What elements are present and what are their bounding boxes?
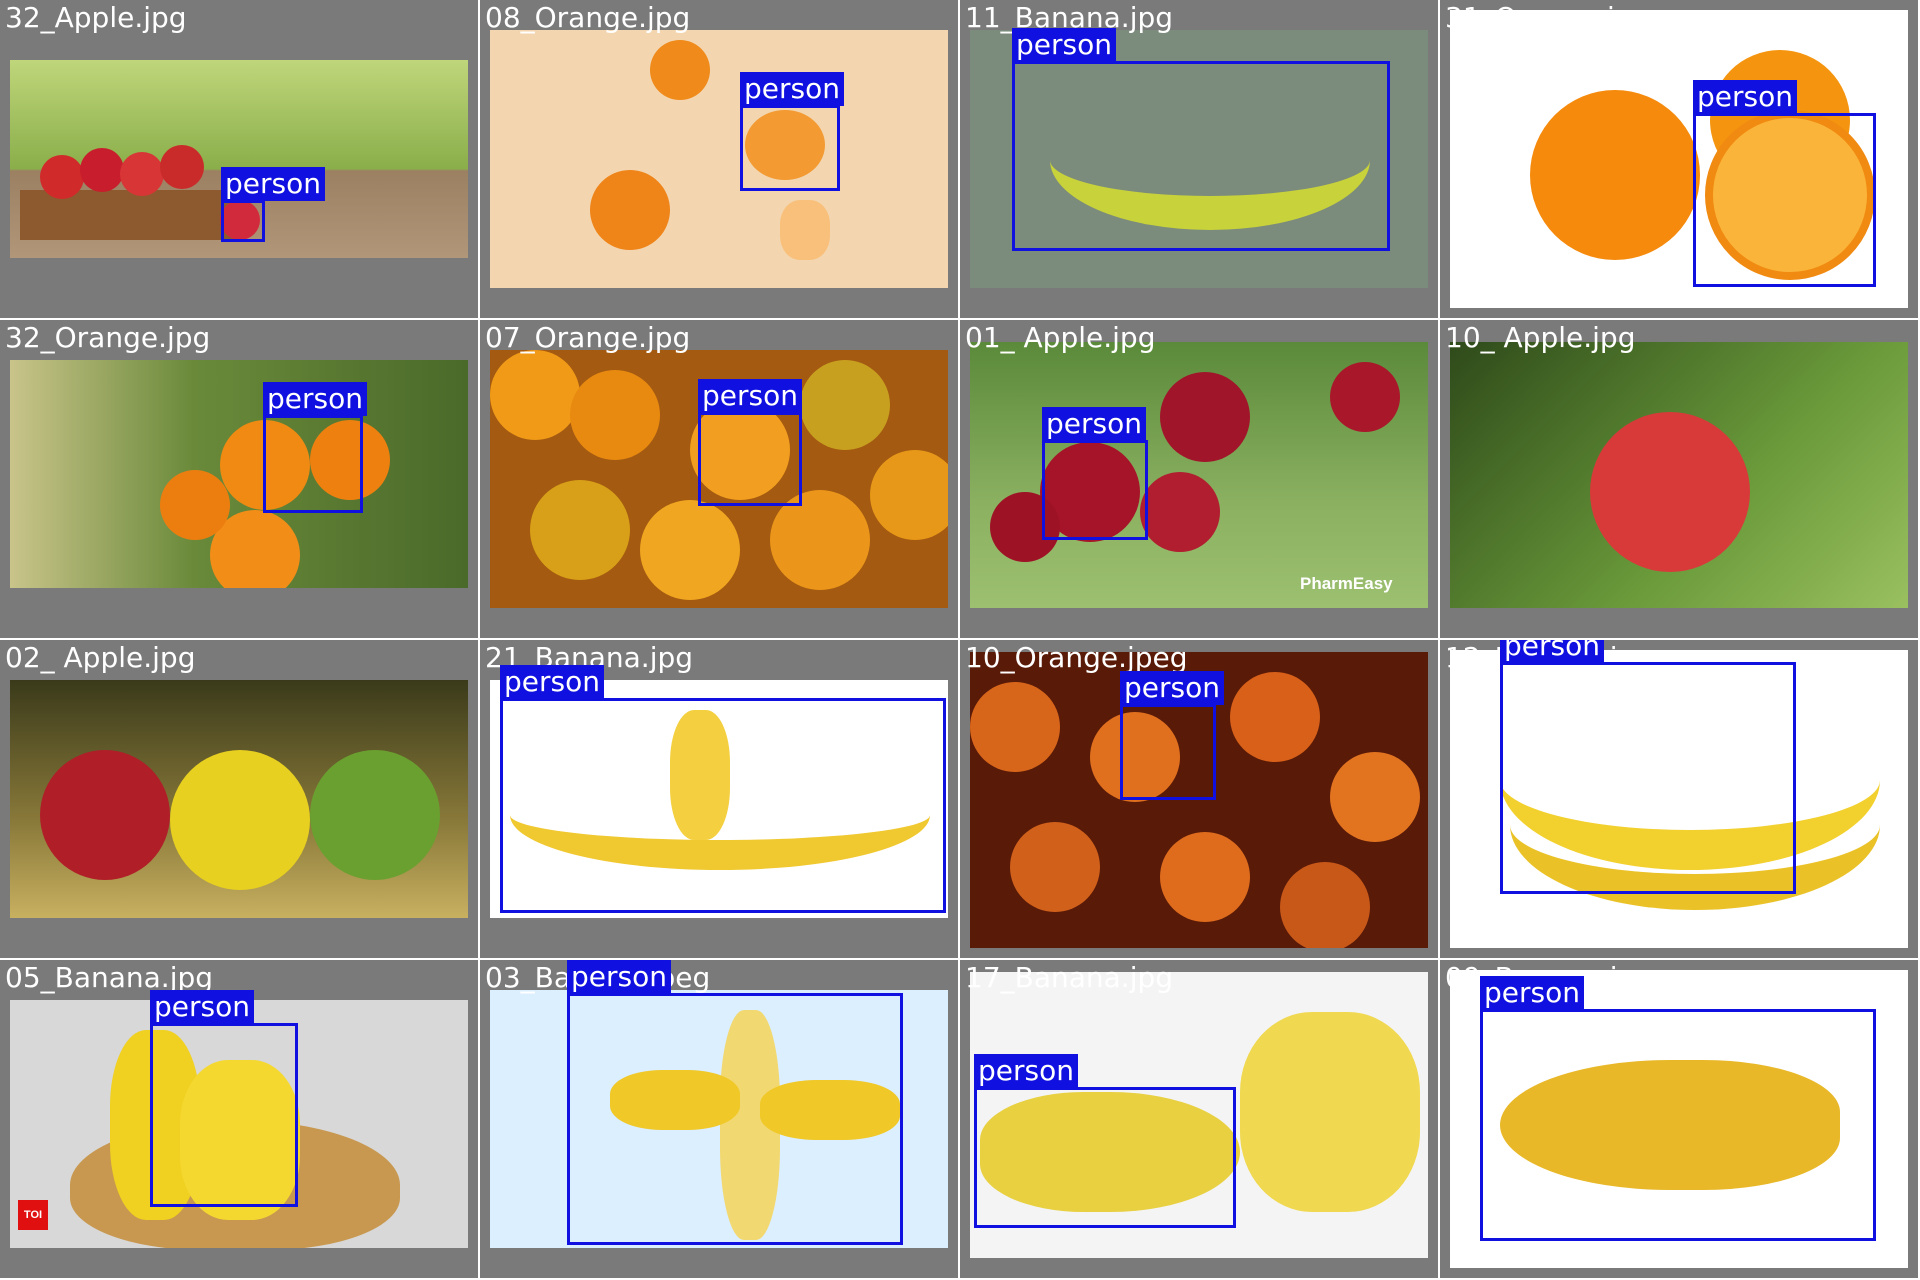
result-tile[interactable]: 12_Banana.jpg person	[1440, 640, 1920, 960]
result-tile[interactable]: 10_ Apple.jpg	[1440, 320, 1920, 640]
result-tile[interactable]: PharmEasy 01_ Apple.jpg person	[960, 320, 1440, 640]
detection-box[interactable]: person	[500, 665, 946, 913]
result-tile[interactable]: TOI 05_Banana.jpg person	[0, 960, 480, 1280]
detection-label: person	[740, 72, 844, 106]
orange	[1010, 822, 1100, 912]
peel	[780, 200, 830, 260]
apple	[80, 148, 124, 192]
apple	[1330, 362, 1400, 432]
banana	[1240, 1012, 1420, 1212]
detection-label: person	[698, 379, 802, 413]
watermark-toi: TOI	[18, 1200, 48, 1230]
image-filename: 32_Apple.jpg	[5, 1, 187, 34]
orange	[570, 370, 660, 460]
detection-label: person	[1042, 407, 1146, 441]
crate	[20, 190, 240, 240]
detection-label: person	[1693, 80, 1797, 114]
result-tile[interactable]: 02_ Apple.jpg	[0, 640, 480, 960]
detection-box[interactable]: person	[221, 167, 325, 242]
detection-label: person	[1500, 640, 1604, 663]
orange	[1160, 832, 1250, 922]
orange	[970, 682, 1060, 772]
orange	[1330, 752, 1420, 842]
detection-label: person	[150, 990, 254, 1024]
detection-label: person	[567, 960, 671, 994]
result-tile[interactable]: 10_Orange.jpeg person	[960, 640, 1440, 960]
photo-single-apple	[1450, 342, 1908, 608]
result-tile[interactable]: 31_Orange.jpg person	[1440, 0, 1920, 320]
apple	[170, 750, 310, 890]
apple	[1140, 472, 1220, 552]
photo-tangerines	[490, 30, 948, 288]
detection-label: person	[1480, 976, 1584, 1010]
detection-box[interactable]: person	[150, 990, 298, 1207]
orange	[870, 450, 948, 540]
result-tile[interactable]: 07_Orange.jpg person	[480, 320, 960, 640]
orange	[650, 40, 710, 100]
detection-label: person	[1120, 671, 1224, 705]
photo-three-apples	[10, 680, 468, 918]
orange	[1530, 90, 1700, 260]
detection-label: person	[500, 665, 604, 699]
image-filename: 32_Orange.jpg	[5, 321, 211, 354]
detection-box[interactable]: person	[567, 960, 903, 1245]
orange	[800, 360, 890, 450]
photo-apple-tree: PharmEasy	[970, 342, 1428, 608]
detection-box[interactable]: person	[1012, 28, 1390, 251]
detection-label: person	[263, 382, 367, 416]
detection-box[interactable]: person	[1480, 976, 1876, 1241]
result-tile[interactable]: 21_Banana.jpg person	[480, 640, 960, 960]
result-tile[interactable]: 17_Banana.jpg person	[960, 960, 1440, 1280]
image-filename: 10_Orange.jpeg	[965, 641, 1188, 674]
apple	[40, 750, 170, 880]
detection-box[interactable]: person	[740, 72, 844, 191]
result-tile[interactable]: 03_Banana.jpeg person	[480, 960, 960, 1280]
orange	[590, 170, 670, 250]
detection-box[interactable]: person	[974, 1054, 1236, 1228]
detection-results-grid: 32_Apple.jpg person 08_Orange.jpg person…	[0, 0, 1920, 1280]
orange	[160, 470, 230, 540]
detection-box[interactable]: person	[1693, 80, 1876, 287]
watermark-text: TOI	[23, 1209, 43, 1221]
apple	[160, 145, 204, 189]
image-filename: 31_Orange.jpg	[1445, 1, 1651, 34]
image-filename: 05_Banana.jpg	[5, 961, 214, 994]
result-tile[interactable]: 32_Apple.jpg person	[0, 0, 480, 320]
apple	[120, 152, 164, 196]
image-filename: 07_Orange.jpg	[485, 321, 691, 354]
result-tile[interactable]: 32_Orange.jpg person	[0, 320, 480, 640]
result-tile[interactable]: 08_Orange.jpg person	[480, 0, 960, 320]
detection-box[interactable]: person	[1120, 671, 1224, 800]
detection-box[interactable]: person	[698, 379, 802, 506]
detection-label: person	[974, 1054, 1078, 1088]
image-filename: 17_Banana.jpg	[965, 961, 1174, 994]
detection-box[interactable]: person	[1500, 640, 1796, 894]
orange	[640, 500, 740, 600]
apple	[1160, 372, 1250, 462]
orange	[490, 350, 580, 440]
apple	[40, 155, 84, 199]
apple	[310, 750, 440, 880]
orange	[1230, 672, 1320, 762]
image-filename: 08_Orange.jpg	[485, 1, 691, 34]
image-filename: 10_ Apple.jpg	[1445, 321, 1636, 354]
watermark-pharmeasy: PharmEasy	[1300, 574, 1393, 593]
detection-box[interactable]: person	[1042, 407, 1148, 540]
orange	[1280, 862, 1370, 948]
detection-box[interactable]: person	[263, 382, 367, 513]
detection-label: person	[1012, 28, 1116, 62]
result-tile[interactable]: 11_Banana.jpg person	[960, 0, 1440, 320]
image-filename: 01_ Apple.jpg	[965, 321, 1156, 354]
image-filename: 02_ Apple.jpg	[5, 641, 196, 674]
apple	[1590, 412, 1750, 572]
photo-orange-tree	[10, 360, 468, 588]
orange	[530, 480, 630, 580]
result-tile[interactable]: 09_Banana.jpg person	[1440, 960, 1920, 1280]
detection-label: person	[221, 167, 325, 201]
